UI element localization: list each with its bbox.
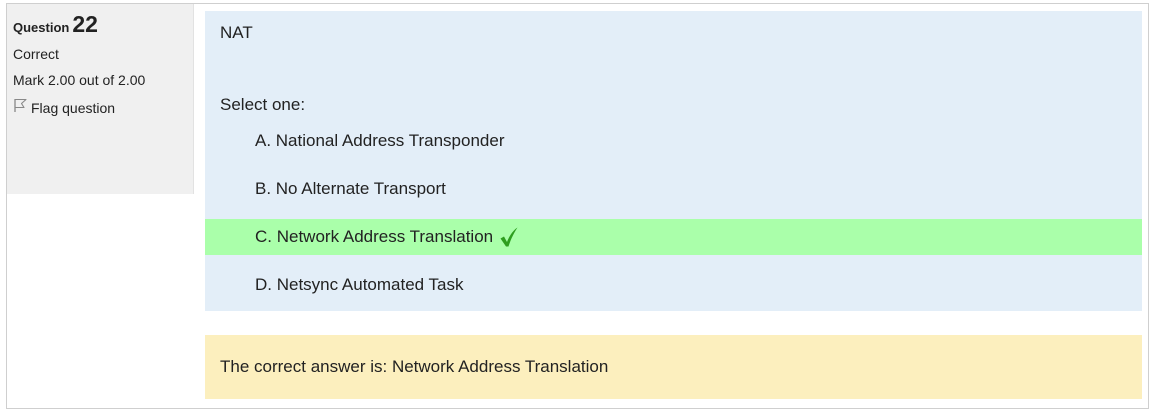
question-label: Question [13, 20, 70, 35]
question-grade: Mark 2.00 out of 2.00 [13, 72, 146, 88]
feedback-panel: The correct answer is: Network Address T… [205, 335, 1142, 399]
question-formulation: NAT Select one: A. National Address Tran… [205, 11, 1142, 311]
answer-option-a[interactable]: A. National Address Transponder [205, 123, 1142, 159]
question-card: Question 22 Correct Mark 2.00 out of 2.00… [6, 3, 1149, 409]
flag-question-link[interactable]: Flag question [13, 98, 193, 118]
flag-icon [13, 98, 31, 118]
question-number-value: 22 [72, 11, 98, 37]
answer-options: A. National Address Transponder B. No Al… [205, 123, 1142, 315]
answer-option-label: B. No Alternate Transport [255, 179, 446, 198]
question-state: Correct [13, 46, 59, 62]
answer-option-c[interactable]: C. Network Address Translation [205, 219, 1142, 255]
question-text: NAT [220, 23, 253, 42]
answer-option-d[interactable]: D. Netsync Automated Task [205, 267, 1142, 303]
question-number: Question 22 [13, 12, 193, 40]
question-info: Question 22 Correct Mark 2.00 out of 2.00… [7, 4, 194, 194]
check-icon [499, 226, 519, 248]
answer-option-label: A. National Address Transponder [255, 131, 505, 150]
answer-option-b[interactable]: B. No Alternate Transport [205, 171, 1142, 207]
answer-option-label: D. Netsync Automated Task [255, 275, 464, 294]
right-answer-text: The correct answer is: Network Address T… [220, 357, 609, 376]
select-prompt: Select one: [220, 95, 306, 114]
answer-option-label: C. Network Address Translation [255, 227, 494, 246]
flag-question-label: Flag question [31, 100, 116, 116]
